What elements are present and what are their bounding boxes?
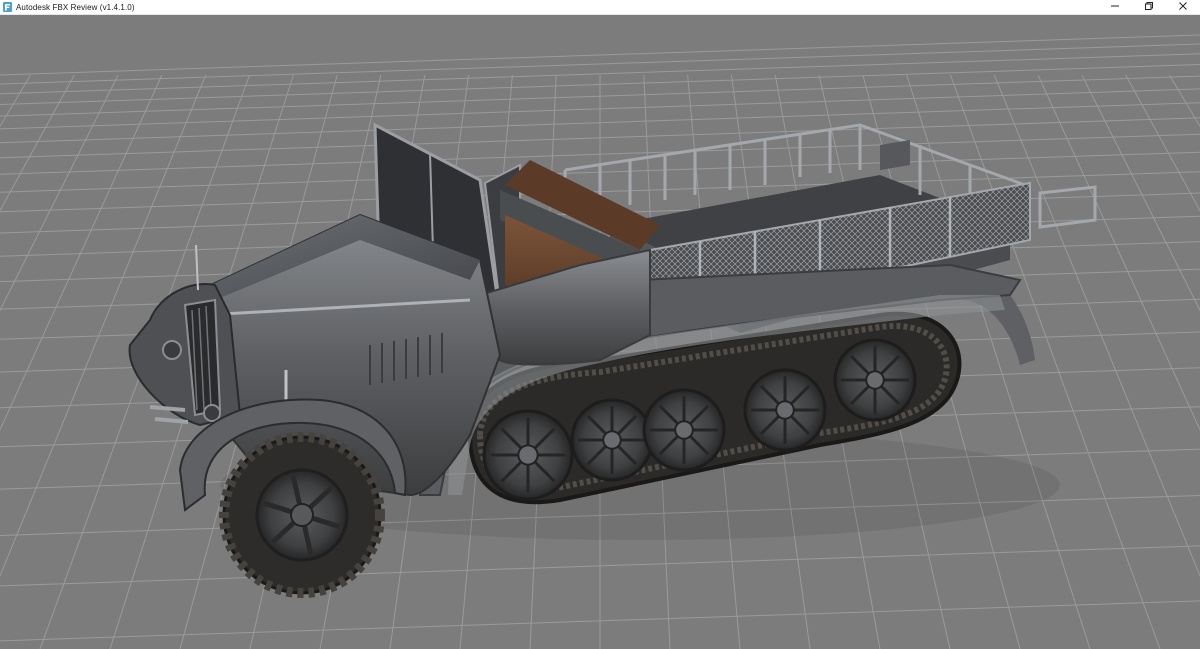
window-controls [1098,0,1200,14]
road-wheel [570,398,654,482]
title-bar[interactable]: Autodesk FBX Review (v1.4.1.0) [0,0,1200,15]
minimize-button[interactable] [1098,0,1132,14]
road-wheel [833,338,917,422]
road-wheel [743,368,827,452]
restore-icon [1144,0,1154,16]
3d-viewport[interactable] [0,15,1200,649]
viewport-canvas[interactable] [0,15,1200,649]
app-window: Autodesk FBX Review (v1.4.1.0) [0,0,1200,649]
road-wheel [642,388,726,472]
restore-button[interactable] [1132,0,1166,14]
front-wheel [219,432,385,598]
close-icon [1178,0,1188,16]
minimize-icon [1110,0,1120,16]
fbx-review-app-icon [3,2,12,12]
road-wheel [482,409,574,501]
close-button[interactable] [1166,0,1200,14]
window-title: Autodesk FBX Review (v1.4.1.0) [16,2,135,12]
